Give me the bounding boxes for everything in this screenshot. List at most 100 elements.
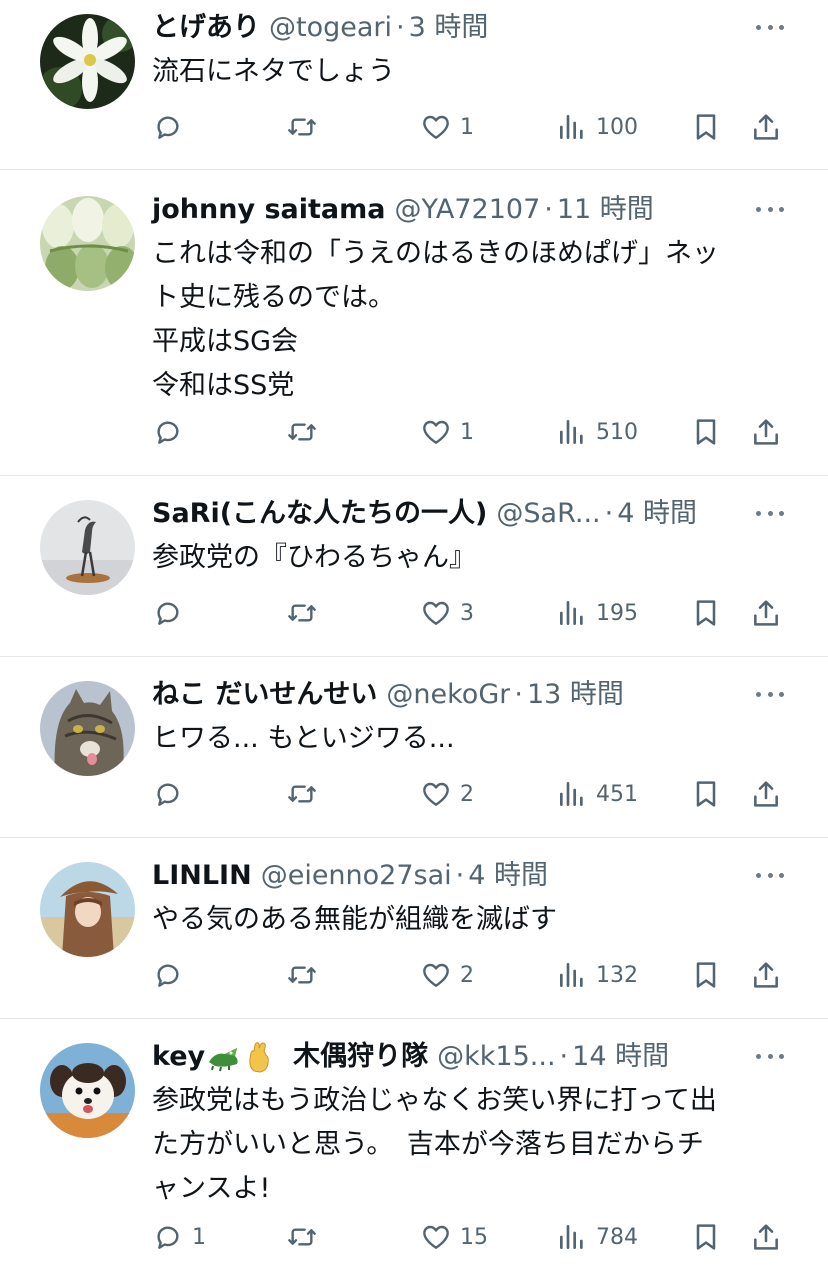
retweet-button[interactable] — [286, 958, 318, 992]
like-count: 1 — [460, 114, 474, 140]
like-button[interactable]: 1 — [420, 110, 474, 144]
display-name[interactable]: とげあり — [152, 10, 260, 46]
share-button[interactable] — [750, 415, 782, 449]
bookmark-button[interactable] — [690, 110, 722, 144]
bookmark-button[interactable] — [690, 777, 722, 811]
timestamp[interactable]: 13 時間 — [527, 677, 624, 713]
views-button[interactable]: 132 — [556, 958, 638, 992]
bookmark-icon — [696, 114, 716, 140]
like-count: 2 — [460, 962, 474, 988]
retweet-icon — [288, 423, 316, 441]
avatar[interactable] — [40, 681, 135, 776]
more-dots-icon[interactable] — [756, 870, 784, 880]
retweet-button[interactable] — [286, 777, 318, 811]
tweet[interactable]: johnny saitama @YA72107 · 11 時間 これは令和の「う… — [0, 170, 828, 476]
reply-icon — [157, 116, 179, 139]
like-count: 2 — [460, 781, 474, 807]
display-name-suffix[interactable]: 木偶狩り隊 — [293, 1039, 428, 1075]
more-dots-icon[interactable] — [756, 689, 784, 699]
reply-button[interactable] — [152, 777, 192, 811]
display-name[interactable]: LINLIN — [152, 858, 252, 894]
retweet-button[interactable] — [286, 415, 318, 449]
views-button[interactable]: 510 — [556, 415, 638, 449]
timestamp[interactable]: 14 時間 — [572, 1039, 669, 1075]
share-button[interactable] — [750, 596, 782, 630]
avatar[interactable] — [40, 500, 135, 595]
timestamp[interactable]: 3 時間 — [409, 10, 489, 46]
more-dots-icon[interactable] — [756, 508, 784, 518]
like-button[interactable]: 1 — [420, 415, 474, 449]
views-button[interactable]: 451 — [556, 777, 638, 811]
bookmark-button[interactable] — [690, 596, 722, 630]
reply-button[interactable] — [152, 110, 192, 144]
tweet-header: とげあり @togeari · 3 時間 — [152, 10, 768, 46]
like-button[interactable]: 2 — [420, 777, 474, 811]
tweet-text: これは令和の「うえのはるきのほめぱげ」ネッ ト史に残るのでは。 平成はSG会 令… — [152, 232, 792, 408]
dog-avatar-icon — [40, 1043, 135, 1138]
tweet[interactable]: LINLIN @eienno27sai · 4 時間 やる気のある無能が組織を滅… — [0, 838, 828, 1019]
bird-figurine-avatar-icon — [40, 500, 135, 595]
share-button[interactable] — [750, 110, 782, 144]
tweet-text-line: ャンスよ! — [152, 1173, 271, 1204]
bookmark-button[interactable] — [690, 958, 722, 992]
views-button[interactable]: 784 — [556, 1220, 638, 1254]
views-chart-icon — [560, 963, 583, 987]
more-dots-icon[interactable] — [756, 1051, 784, 1061]
retweet-icon — [288, 785, 316, 803]
tweet-text-line: やる気のある無能が組織を滅ばす — [152, 904, 557, 935]
retweet-icon — [288, 966, 316, 984]
view-count: 510 — [596, 419, 638, 445]
more-dots-icon[interactable] — [756, 204, 784, 214]
like-button[interactable]: 2 — [420, 958, 474, 992]
share-button[interactable] — [750, 777, 782, 811]
timestamp[interactable]: 11 時間 — [557, 192, 654, 228]
like-button[interactable]: 15 — [420, 1220, 488, 1254]
retweet-button[interactable] — [286, 596, 318, 630]
tweet[interactable]: とげあり @togeari · 3 時間 流石にネタでしょう 1 100 — [0, 0, 828, 170]
retweet-button[interactable] — [286, 1220, 318, 1254]
user-handle[interactable]: @SaR... — [496, 496, 600, 532]
tweet-text-line: 平成はSG会 — [152, 326, 299, 357]
reply-button[interactable] — [152, 596, 192, 630]
view-count: 195 — [596, 600, 638, 626]
tweet-header: LINLIN @eienno27sai · 4 時間 — [152, 858, 768, 894]
share-button[interactable] — [750, 958, 782, 992]
like-button[interactable]: 3 — [420, 596, 474, 630]
avatar[interactable] — [40, 1043, 135, 1138]
tweet[interactable]: ねこ だいせんせい @nekoGr · 13 時間 ヒワる... もといジワる.… — [0, 657, 828, 838]
retweet-button[interactable] — [286, 110, 318, 144]
separator-dot: · — [544, 194, 553, 225]
bookmark-button[interactable] — [690, 415, 722, 449]
view-count: 784 — [596, 1224, 638, 1250]
tweet-text: ヒワる... もといジワる... — [152, 717, 792, 761]
anime-girl-avatar-icon — [40, 862, 135, 957]
timestamp[interactable]: 4 時間 — [617, 496, 697, 532]
bookmark-icon — [696, 781, 716, 807]
timestamp[interactable]: 4 時間 — [468, 858, 548, 894]
tweet-text: 流石にネタでしょう — [152, 50, 792, 94]
avatar[interactable] — [40, 862, 135, 957]
reply-button[interactable] — [152, 958, 192, 992]
views-button[interactable]: 195 — [556, 596, 638, 630]
user-handle[interactable]: @nekoGr — [386, 677, 510, 713]
bookmark-button[interactable] — [690, 1220, 722, 1254]
retweet-icon — [288, 118, 316, 136]
display-name[interactable]: ねこ だいせんせい — [152, 677, 377, 713]
tweet[interactable]: key 木偶狩り隊 @kk15... · 14 時間 参政党はもう政治じゃなくお… — [0, 1019, 828, 1272]
avatar[interactable] — [40, 14, 135, 109]
more-dots-icon[interactable] — [756, 22, 784, 32]
reply-button[interactable]: 1 — [152, 1220, 206, 1254]
user-handle[interactable]: @kk15... — [437, 1039, 555, 1075]
tweet[interactable]: SaRi(こんな人たちの一人) @SaR... · 4 時間 参政党の『ひわるち… — [0, 476, 828, 657]
user-handle[interactable]: @YA72107 — [395, 192, 541, 228]
views-button[interactable]: 100 — [556, 110, 638, 144]
user-handle[interactable]: @togeari — [269, 10, 392, 46]
share-button[interactable] — [750, 1220, 782, 1254]
reply-button[interactable] — [152, 415, 192, 449]
display-name[interactable]: johnny saitama — [152, 192, 386, 228]
display-name[interactable]: SaRi(こんな人たちの一人) — [152, 496, 487, 532]
user-handle[interactable]: @eienno27sai — [261, 858, 452, 894]
avatar[interactable] — [40, 196, 135, 291]
display-name[interactable]: key — [152, 1039, 205, 1075]
crossed-fingers-emoji-icon — [249, 1042, 269, 1073]
